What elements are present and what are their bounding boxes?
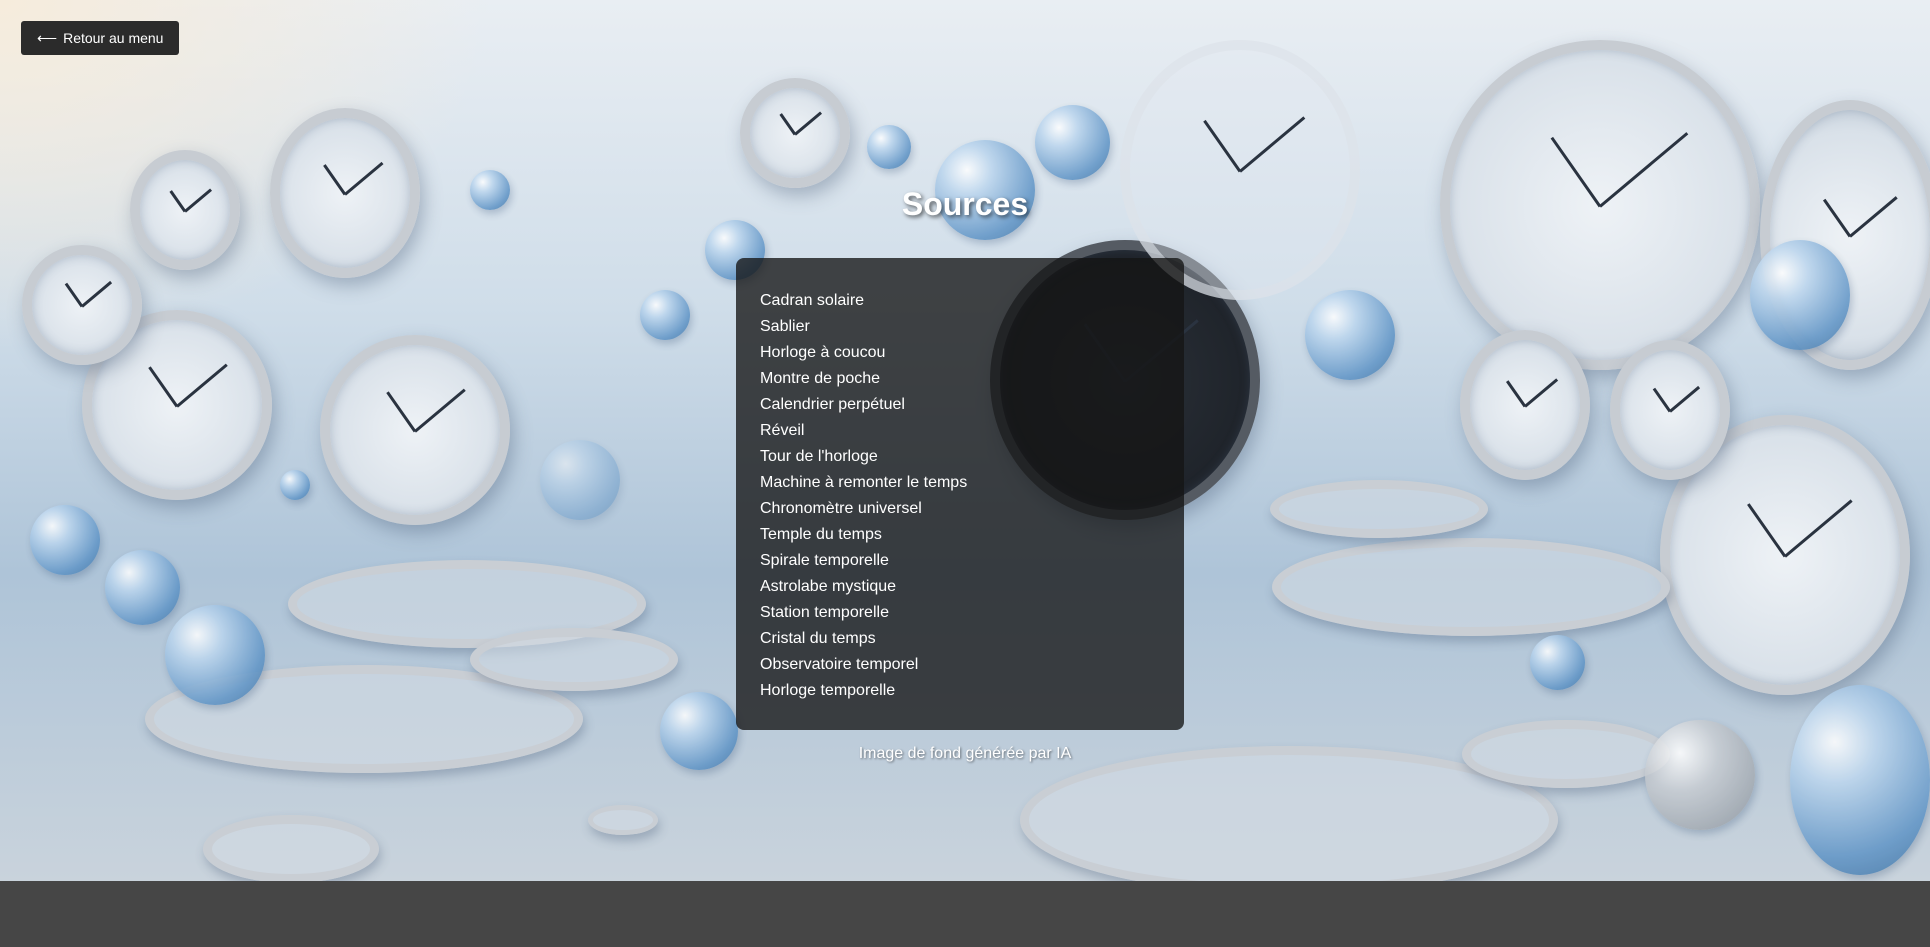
- page-title: Sources: [901, 186, 1029, 222]
- bubble-decoration: [640, 290, 690, 340]
- list-item: Montre de poche: [760, 370, 881, 387]
- list-item: Astrolabe mystique: [760, 578, 897, 595]
- list-item: Réveil: [760, 422, 805, 439]
- sources-list: Cadran solaire Sablier Horloge à coucou …: [760, 288, 1160, 704]
- clock-decoration: [320, 335, 510, 525]
- arrow-left-icon: ⟵: [37, 29, 58, 46]
- bubble-decoration: [1790, 685, 1930, 875]
- list-item: Chronomètre universel: [760, 500, 922, 517]
- bubble-decoration: [1035, 105, 1110, 180]
- footer-bar: [0, 881, 1930, 947]
- clock-decoration: [1610, 340, 1730, 480]
- list-item: Cadran solaire: [760, 292, 865, 309]
- back-to-menu-button[interactable]: ⟵ Retour au menu: [21, 21, 180, 55]
- ring-decoration: [470, 628, 678, 691]
- page: ⟵ Retour au menu Sources Cadran solaire …: [0, 0, 1930, 947]
- list-item: Temple du temps: [760, 526, 882, 543]
- bubble-decoration: [1645, 720, 1755, 830]
- bubble-decoration: [1750, 240, 1850, 350]
- list-item: Cristal du temps: [760, 630, 876, 647]
- list-item: Observatoire temporel: [760, 656, 919, 673]
- list-item: Sablier: [760, 318, 810, 335]
- bubble-decoration: [165, 605, 265, 705]
- list-item: Tour de l'horloge: [760, 448, 878, 465]
- ring-decoration: [588, 805, 658, 835]
- bubble-decoration: [30, 505, 100, 575]
- bubble-decoration: [280, 470, 310, 500]
- list-item: Station temporelle: [760, 604, 889, 621]
- list-item: Machine à remonter le temps: [760, 474, 968, 491]
- clock-decoration: [1460, 330, 1590, 480]
- ring-decoration: [1270, 480, 1488, 538]
- bubble-decoration: [1305, 290, 1395, 380]
- clock-decoration: [22, 245, 142, 365]
- list-item: Spirale temporelle: [760, 552, 889, 569]
- background-credit: Image de fond générée par IA: [858, 745, 1072, 762]
- list-item: Calendrier perpétuel: [760, 396, 905, 413]
- bubble-decoration: [867, 125, 911, 169]
- bubble-decoration: [1530, 635, 1585, 690]
- ring-decoration: [1272, 538, 1670, 636]
- back-button-label: Retour au menu: [63, 30, 164, 46]
- bubble-decoration: [105, 550, 180, 625]
- sources-panel: Cadran solaire Sablier Horloge à coucou …: [736, 258, 1184, 730]
- ring-decoration: [203, 815, 379, 881]
- clock-decoration: [740, 78, 850, 188]
- list-item: Horloge temporelle: [760, 682, 896, 699]
- bubble-decoration: [540, 440, 620, 520]
- list-item: Horloge à coucou: [760, 344, 886, 361]
